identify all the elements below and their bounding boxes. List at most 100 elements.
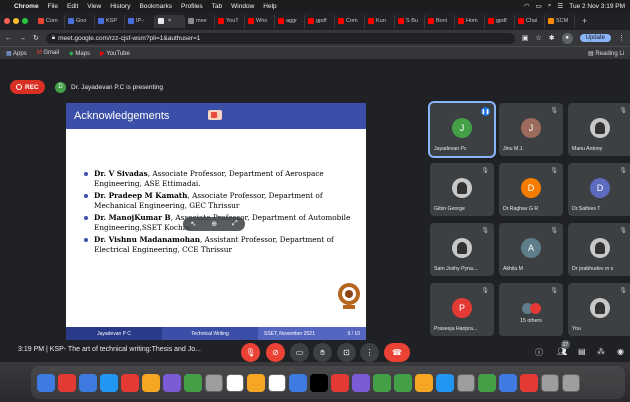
raise-hand-button[interactable]: ✋︎	[313, 343, 332, 362]
pointer-icon[interactable]: ↖	[190, 220, 196, 228]
present-button[interactable]: ⊡	[337, 343, 356, 362]
dock-app-icon[interactable]	[541, 373, 559, 392]
close-window-button[interactable]	[4, 18, 10, 24]
dock-app-icon[interactable]	[289, 373, 307, 392]
camera-indicator-icon[interactable]: ▣	[522, 34, 529, 42]
browser-tab[interactable]: IP-:	[125, 14, 155, 28]
minimize-window-button[interactable]	[13, 18, 19, 24]
browser-tab[interactable]: Hom	[455, 14, 485, 28]
chat-icon[interactable]: ▤	[578, 347, 586, 356]
wifi-icon[interactable]: ◠	[524, 2, 530, 10]
menu-app-name[interactable]: Chrome	[14, 3, 39, 10]
dock-app-icon[interactable]	[457, 373, 475, 392]
dock-app-icon[interactable]	[499, 373, 517, 392]
activities-icon[interactable]: ⁂	[597, 347, 605, 356]
dock-app-icon[interactable]	[79, 373, 97, 392]
more-options-button[interactable]: ⋮	[360, 343, 379, 362]
browser-tab[interactable]: ×	[155, 14, 185, 28]
new-tab-button[interactable]: +	[582, 16, 587, 26]
browser-tab[interactable]: Com	[335, 14, 365, 28]
dock-app-icon[interactable]	[562, 373, 580, 392]
participant-tile[interactable]: J ❚❚ Jayadevan Pc	[428, 101, 496, 158]
browser-tab[interactable]: Kun	[365, 14, 395, 28]
browser-tab[interactable]: gpdf	[485, 14, 515, 28]
dock-app-icon[interactable]	[373, 373, 391, 392]
dock-app-icon[interactable]	[520, 373, 538, 392]
menu-view[interactable]: View	[87, 3, 101, 10]
menu-edit[interactable]: Edit	[67, 3, 78, 10]
dock-app-icon[interactable]	[205, 373, 223, 392]
participant-tile[interactable]: 🎙︎ You	[568, 283, 630, 336]
dock-app-icon[interactable]	[226, 373, 244, 392]
browser-tab[interactable]: mee	[185, 14, 215, 28]
browser-tab[interactable]: aggr	[275, 14, 305, 28]
dock-app-icon[interactable]	[163, 373, 181, 392]
dock-app-icon[interactable]	[58, 373, 76, 392]
info-icon[interactable]: ⓘ	[535, 347, 543, 358]
dock-app-icon[interactable]	[268, 373, 286, 392]
search-icon[interactable]: ⌕	[548, 2, 552, 10]
host-controls-icon[interactable]: ◉	[617, 347, 624, 356]
browser-tab[interactable]: YouT	[215, 14, 245, 28]
menu-history[interactable]: History	[110, 3, 130, 10]
menu-file[interactable]: File	[48, 3, 58, 10]
menu-profiles[interactable]: Profiles	[181, 3, 203, 10]
more-menu-icon[interactable]: ⋮	[618, 34, 625, 42]
browser-tab[interactable]: S Bu	[395, 14, 425, 28]
dock-app-icon[interactable]	[310, 373, 328, 392]
bookmark-maps[interactable]: ◆ Maps	[69, 50, 90, 57]
participant-tile[interactable]: D 🎙︎ Dr.Sathies T	[568, 163, 630, 216]
dock-app-icon[interactable]	[184, 373, 202, 392]
dock-app-icon[interactable]	[37, 373, 55, 392]
participant-tile[interactable]: P 🎙︎ Praseeja Haripra...	[430, 283, 494, 336]
camera-off-button[interactable]: ⊘	[266, 343, 285, 362]
browser-tab[interactable]: Who	[245, 14, 275, 28]
dock-app-icon[interactable]	[352, 373, 370, 392]
captions-button[interactable]: ▭	[290, 343, 309, 362]
dock-app-icon[interactable]	[142, 373, 160, 392]
fullscreen-icon[interactable]: ⤢	[232, 220, 238, 228]
participant-tile[interactable]: 🎙︎ Dr prabhudev m s	[568, 223, 630, 276]
close-tab-icon[interactable]: ×	[168, 18, 171, 24]
profile-avatar[interactable]: ●	[561, 32, 573, 44]
dock-app-icon[interactable]	[121, 373, 139, 392]
participant-tile[interactable]: 🎙︎ Gibin George	[430, 163, 494, 216]
end-call-button[interactable]: ☎︎	[384, 343, 410, 362]
dock-app-icon[interactable]	[436, 373, 454, 392]
browser-tab[interactable]: KSP	[95, 14, 125, 28]
dock-app-icon[interactable]	[331, 373, 349, 392]
forward-icon[interactable]: →	[19, 35, 26, 42]
back-icon[interactable]: ←	[5, 35, 12, 42]
dock-app-icon[interactable]	[415, 373, 433, 392]
browser-tab[interactable]: SCM	[545, 14, 575, 28]
reload-icon[interactable]: ↻	[33, 34, 39, 42]
bookmark-gmail[interactable]: M Gmail	[37, 50, 59, 56]
bookmark-apps[interactable]: ▦ Apps	[6, 50, 27, 57]
participant-tile[interactable]: D 🎙︎ Dr.Raghav G R	[499, 163, 563, 216]
browser-tab[interactable]: Chai	[515, 14, 545, 28]
menu-bookmarks[interactable]: Bookmarks	[139, 3, 172, 10]
extensions-icon[interactable]: ✱	[549, 34, 555, 42]
dock-app-icon[interactable]	[394, 373, 412, 392]
menu-help[interactable]: Help	[263, 3, 276, 10]
participant-tile[interactable]: 🎙︎ Manu Antony	[568, 103, 630, 156]
menu-window[interactable]: Window	[231, 3, 254, 10]
browser-tab[interactable]: Com	[35, 14, 65, 28]
zoom-icon[interactable]: ⊕	[211, 220, 217, 228]
browser-tab[interactable]: gpdf	[305, 14, 335, 28]
reading-list-button[interactable]: ▤ Reading Li	[588, 50, 624, 57]
bookmark-youtube[interactable]: ▶ YouTube	[100, 50, 130, 57]
url-bar[interactable]: 🔒︎ meet.google.com/rzz-cjsf-wsm?pli=1&au…	[45, 32, 515, 44]
browser-tab[interactable]: Boni	[425, 14, 455, 28]
dock-app-icon[interactable]	[478, 373, 496, 392]
dock-app-icon[interactable]	[247, 373, 265, 392]
update-button[interactable]: Update	[579, 34, 611, 42]
dock-app-icon[interactable]	[100, 373, 118, 392]
participant-tile[interactable]: A 🎙︎ Akhila M	[499, 223, 563, 276]
control-center-icon[interactable]: ☰	[557, 2, 563, 10]
bookmark-star-icon[interactable]: ☆	[535, 34, 541, 42]
participant-tile[interactable]: 🎙︎ 15 others	[499, 283, 563, 336]
zoom-window-button[interactable]	[22, 18, 28, 24]
participant-tile[interactable]: 🎙︎ Sam Joshy Pyna...	[430, 223, 494, 276]
battery-icon[interactable]: ▭	[536, 2, 542, 10]
